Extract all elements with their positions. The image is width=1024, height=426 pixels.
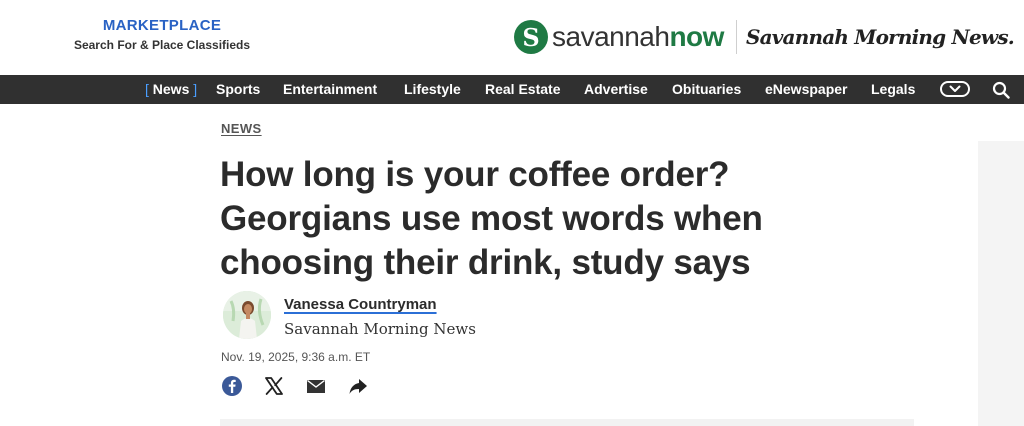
share-icon[interactable] [347,375,369,397]
nav-more-button[interactable] [940,81,970,97]
x-icon[interactable] [263,375,285,397]
nav-active-bracket-open: [ [145,81,149,97]
nav-item-real-estate[interactable]: Real Estate [485,75,560,104]
author-name-link[interactable]: Vanessa Countryman [284,296,437,313]
email-icon[interactable] [305,375,327,397]
marketplace-link[interactable]: MARKETPLACE Search For & Place Classifie… [69,17,255,52]
masthead: MARKETPLACE Search For & Place Classifie… [0,0,1024,75]
facebook-icon[interactable] [221,375,243,397]
nav-item-entertainment[interactable]: Entertainment [283,75,377,104]
nav-item-legals[interactable]: Legals [871,75,915,104]
nav-item-advertise[interactable]: Advertise [584,75,648,104]
nav-item-label: News [152,81,190,97]
wordmark-plain: savannah [552,21,670,52]
paper-nameplate: Savannah Morning News. [745,25,1015,49]
nav-active-bracket-close: ] [193,81,198,97]
author-photo [223,291,271,339]
nav-item-lifestyle[interactable]: Lifestyle [404,75,461,104]
nav-item-obituaries[interactable]: Obituaries [672,75,741,104]
headline-line: Georgians use most words when [220,199,763,238]
main-nav: [ News ] Sports Entertainment Lifestyle … [0,75,1024,104]
headline-line: How long is your coffee order? [220,155,730,194]
content-area-edge [220,419,914,426]
search-icon[interactable] [992,81,1010,99]
savannahnow-badge-icon: S [514,20,548,54]
brand-logo[interactable]: S savannahnow Savannah Morning News. [514,17,1015,57]
chevron-down-icon [949,85,961,92]
nav-item-enewspaper[interactable]: eNewspaper [765,75,847,104]
section-tag-link[interactable]: NEWS [221,121,262,136]
savannahnow-wordmark: savannahnow [552,21,724,53]
brand-divider [735,20,737,54]
headline-line: choosing their drink, study says [220,243,751,282]
right-rail [978,141,1024,426]
marketplace-title: MARKETPLACE [102,17,222,34]
nav-item-sports[interactable]: Sports [216,75,260,104]
author-publication: Savannah Morning News [284,320,476,338]
nav-item-news[interactable]: [ News ] [145,75,197,104]
article-timestamp: Nov. 19, 2025, 9:36 a.m. ET [221,350,371,364]
marketplace-subtitle: Search For & Place Classifieds [73,38,251,52]
author-avatar[interactable] [223,291,271,339]
brand-badge-letter: S [522,22,540,52]
article-headline: How long is your coffee order? Georgians… [220,153,860,285]
wordmark-bold: now [669,21,724,52]
